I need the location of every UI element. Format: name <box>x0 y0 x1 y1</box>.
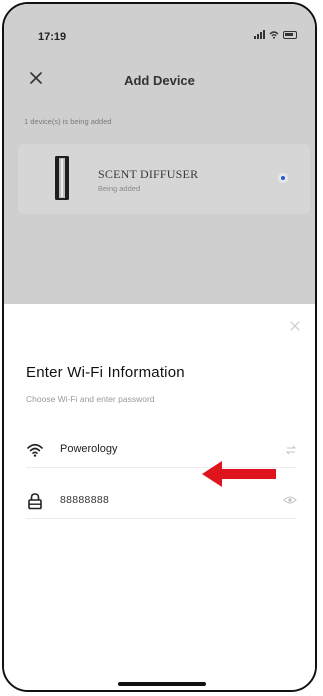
background-overlay: 17:19 Add Device 1 device(s) is being ad… <box>4 4 315 304</box>
signal-icon <box>254 30 265 39</box>
switch-network-icon[interactable] <box>285 444 297 456</box>
password-value: 88888888 <box>60 494 110 506</box>
wifi-status-icon <box>269 30 279 39</box>
phone-frame: 17:19 Add Device 1 device(s) is being ad… <box>2 2 317 692</box>
device-status: Being added <box>98 184 141 193</box>
device-name: SCENT DIFFUSER <box>98 167 199 181</box>
wifi-icon <box>27 443 43 457</box>
sheet-subtitle: Choose Wi-Fi and enter password <box>26 394 155 404</box>
divider <box>26 518 297 519</box>
red-arrow-annotation <box>202 461 276 487</box>
sheet-title: Enter Wi-Fi Information <box>26 364 185 381</box>
lock-icon <box>28 493 42 510</box>
status-time: 17:19 <box>38 31 67 43</box>
loading-indicator <box>278 173 288 183</box>
wifi-network-name: Powerology <box>60 443 118 455</box>
page-title: Add Device <box>124 73 195 88</box>
home-indicator[interactable] <box>118 682 206 686</box>
close-icon[interactable] <box>289 320 301 332</box>
device-card: SCENT DIFFUSER Being added <box>18 144 310 214</box>
scent-diffuser-image <box>55 156 69 200</box>
nav-bar: Add Device <box>4 66 315 96</box>
wifi-sheet: Enter Wi-Fi Information Choose Wi-Fi and… <box>4 304 315 690</box>
status-bar: 17:19 <box>4 4 315 44</box>
status-icons <box>254 30 297 39</box>
password-field[interactable]: 88888888 <box>26 485 297 519</box>
eye-icon[interactable] <box>283 495 297 505</box>
battery-icon <box>283 30 297 39</box>
adding-status-text: 1 device(s) is being added <box>24 117 112 126</box>
